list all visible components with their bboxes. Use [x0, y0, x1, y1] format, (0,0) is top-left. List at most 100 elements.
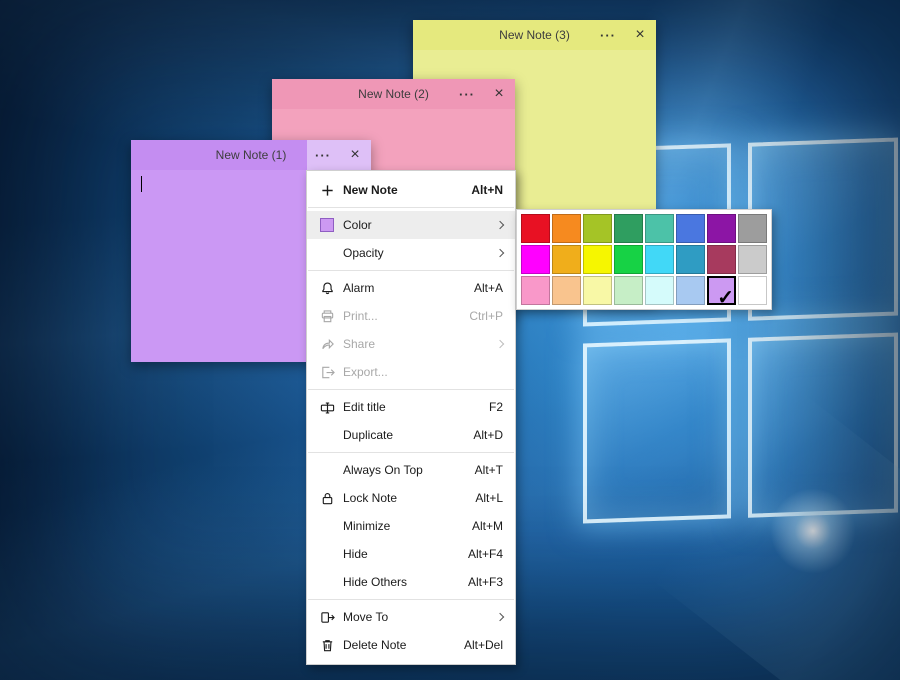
menu-item-label: Share	[343, 337, 487, 351]
color-swatch[interactable]	[521, 214, 550, 243]
menu-item-minimize[interactable]: Minimize Alt+M	[307, 512, 515, 540]
menu-item-label: Duplicate	[343, 428, 463, 442]
color-swatch-selected[interactable]: ✓	[707, 276, 736, 305]
menu-item-shortcut: Alt+D	[473, 428, 503, 442]
chevron-right-icon	[496, 340, 504, 348]
menu-item-duplicate[interactable]: Duplicate Alt+D	[307, 421, 515, 449]
menu-item-shortcut: Alt+N	[471, 183, 503, 197]
desktop: New Note (3) ··· × New Note (2) ··· × Ne…	[0, 0, 900, 680]
menu-separator	[308, 207, 514, 208]
menu-item-share: Share	[307, 330, 515, 358]
chevron-right-icon	[496, 249, 504, 257]
note-menu-button[interactable]: ···	[451, 79, 483, 109]
menu-separator	[308, 389, 514, 390]
menu-item-shortcut: Ctrl+P	[469, 309, 503, 323]
menu-item-shortcut: Alt+F3	[468, 575, 503, 589]
color-swatch[interactable]	[583, 245, 612, 274]
lock-icon	[315, 491, 339, 506]
color-swatch[interactable]	[552, 245, 581, 274]
menu-item-delete-note[interactable]: Delete Note Alt+Del	[307, 631, 515, 659]
menu-item-label: Alarm	[343, 281, 464, 295]
menu-item-hide[interactable]: Hide Alt+F4	[307, 540, 515, 568]
color-swatch[interactable]	[676, 276, 705, 305]
plus-icon	[315, 183, 339, 198]
rename-icon	[315, 400, 339, 415]
color-swatch[interactable]	[645, 245, 674, 274]
menu-item-label: Export...	[343, 365, 503, 379]
color-swatch[interactable]	[707, 245, 736, 274]
menu-item-shortcut: F2	[489, 400, 503, 414]
menu-item-label: New Note	[343, 183, 461, 197]
bell-icon	[315, 281, 339, 296]
menu-item-label: Edit title	[343, 400, 479, 414]
note-context-menu: New Note Alt+N Color Opacity Alarm Alt+A	[306, 170, 516, 665]
check-icon: ✓	[717, 288, 734, 308]
export-icon	[315, 365, 339, 380]
note-menu-button[interactable]: ···	[307, 140, 339, 170]
note-titlebar[interactable]: New Note (1) ··· ×	[131, 140, 371, 170]
note-titlebar[interactable]: New Note (3) ··· ×	[413, 20, 656, 50]
menu-item-label: Always On Top	[343, 463, 465, 477]
menu-separator	[308, 452, 514, 453]
menu-item-shortcut: Alt+F4	[468, 547, 503, 561]
note-titlebar[interactable]: New Note (2) ··· ×	[272, 79, 515, 109]
color-swatch[interactable]	[645, 214, 674, 243]
menu-item-label: Hide Others	[343, 575, 458, 589]
menu-item-shortcut: Alt+L	[475, 491, 503, 505]
menu-item-label: Color	[343, 218, 487, 232]
move-to-icon	[315, 610, 339, 625]
menu-item-label: Opacity	[343, 246, 487, 260]
color-swatch[interactable]	[707, 214, 736, 243]
menu-item-move-to[interactable]: Move To	[307, 603, 515, 631]
menu-item-label: Minimize	[343, 519, 462, 533]
menu-separator	[308, 270, 514, 271]
note-close-button[interactable]: ×	[483, 79, 515, 109]
color-palette-flyout: ✓	[516, 209, 772, 310]
menu-item-label: Hide	[343, 547, 458, 561]
menu-item-label: Move To	[343, 610, 487, 624]
note-menu-button[interactable]: ···	[592, 20, 624, 50]
menu-item-shortcut: Alt+A	[474, 281, 503, 295]
color-swatch[interactable]	[676, 214, 705, 243]
menu-item-opacity[interactable]: Opacity	[307, 239, 515, 267]
menu-item-print: Print... Ctrl+P	[307, 302, 515, 330]
color-swatch[interactable]	[676, 245, 705, 274]
color-swatch[interactable]	[521, 276, 550, 305]
color-swatch[interactable]	[583, 276, 612, 305]
note-close-button[interactable]: ×	[624, 20, 656, 50]
color-swatch[interactable]	[738, 245, 767, 274]
menu-item-hide-others[interactable]: Hide Others Alt+F3	[307, 568, 515, 596]
chevron-right-icon	[496, 613, 504, 621]
chevron-right-icon	[496, 221, 504, 229]
menu-item-edit-title[interactable]: Edit title F2	[307, 393, 515, 421]
color-swatch[interactable]	[614, 245, 643, 274]
color-swatch[interactable]	[614, 214, 643, 243]
color-swatch[interactable]	[521, 245, 550, 274]
menu-item-label: Lock Note	[343, 491, 465, 505]
menu-item-new-note[interactable]: New Note Alt+N	[307, 176, 515, 204]
menu-item-shortcut: Alt+Del	[464, 638, 503, 652]
menu-item-alarm[interactable]: Alarm Alt+A	[307, 274, 515, 302]
color-swatch[interactable]	[614, 276, 643, 305]
menu-item-shortcut: Alt+M	[472, 519, 503, 533]
color-swatch[interactable]	[583, 214, 612, 243]
color-swatch[interactable]	[552, 276, 581, 305]
menu-item-always-on-top[interactable]: Always On Top Alt+T	[307, 456, 515, 484]
note-close-button[interactable]: ×	[339, 140, 371, 170]
menu-separator	[308, 599, 514, 600]
color-swatch-icon	[315, 218, 339, 232]
color-swatch[interactable]	[645, 276, 674, 305]
menu-item-export: Export...	[307, 358, 515, 386]
color-swatch[interactable]	[738, 276, 767, 305]
menu-item-lock-note[interactable]: Lock Note Alt+L	[307, 484, 515, 512]
color-swatch[interactable]	[552, 214, 581, 243]
menu-item-color[interactable]: Color	[307, 211, 515, 239]
color-swatch[interactable]	[738, 214, 767, 243]
menu-item-shortcut: Alt+T	[475, 463, 503, 477]
menu-item-label: Print...	[343, 309, 459, 323]
share-icon	[315, 337, 339, 352]
text-cursor	[141, 176, 142, 192]
menu-item-label: Delete Note	[343, 638, 454, 652]
printer-icon	[315, 309, 339, 324]
trash-icon	[315, 638, 339, 653]
